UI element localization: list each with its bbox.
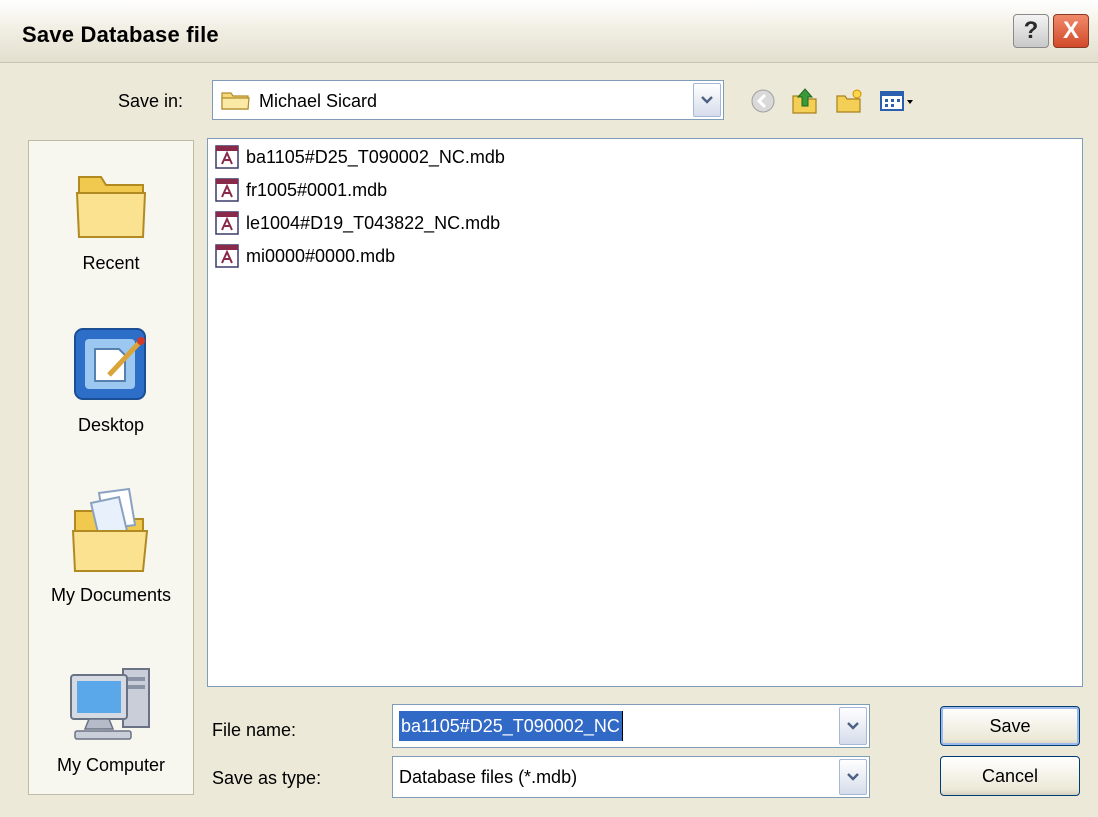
save-as-type-combo[interactable]: Database files (*.mdb) — [392, 756, 870, 798]
file-name: mi0000#0000.mdb — [246, 245, 396, 266]
recent-folder-icon — [75, 176, 147, 238]
place-label: My Documents — [50, 585, 172, 605]
file-item[interactable]: fr1005#0001.mdb — [214, 176, 387, 204]
access-database-icon — [215, 211, 239, 235]
new-folder-icon[interactable] — [834, 86, 864, 116]
my-documents-icon — [71, 487, 149, 572]
save-in-dropdown-button[interactable] — [693, 83, 721, 117]
place-desktop[interactable]: Desktop — [29, 319, 193, 436]
chevron-down-icon — [847, 722, 859, 730]
chevron-down-icon — [847, 773, 859, 781]
file-list[interactable]: ba1105#D25_T090002_NC.mdb fr1005#0001.md… — [207, 138, 1083, 687]
chevron-down-icon — [701, 96, 713, 104]
window-title: Save Database file — [22, 22, 219, 47]
save-as-type-dropdown-button[interactable] — [839, 759, 867, 795]
place-label: Desktop — [77, 415, 145, 435]
access-database-icon — [215, 145, 239, 169]
file-item[interactable]: le1004#D19_T043822_NC.mdb — [214, 209, 500, 237]
close-icon: X — [1062, 17, 1079, 44]
file-name: fr1005#0001.mdb — [246, 179, 388, 200]
file-name-label: File name: — [212, 720, 297, 740]
file-name-dropdown-button[interactable] — [839, 707, 867, 745]
desktop-icon — [74, 328, 146, 400]
save-as-type-value: Database files (*.mdb) — [399, 767, 578, 787]
save-dialog: Save Database file ? X Save in: Michael … — [0, 0, 1098, 817]
place-label: Recent — [82, 253, 140, 273]
views-menu-icon[interactable] — [878, 86, 922, 116]
place-label: My Computer — [56, 755, 166, 775]
places-bar: Recent Desktop My Documents My Computer — [28, 140, 194, 795]
cancel-button[interactable]: Cancel — [940, 756, 1080, 796]
file-item[interactable]: ba1105#D25_T090002_NC.mdb — [214, 143, 505, 171]
save-as-type-label: Save as type: — [212, 768, 322, 788]
access-database-icon — [215, 244, 239, 268]
place-recent[interactable]: Recent — [29, 161, 193, 274]
file-name-input[interactable]: ba1105#D25_T090002_NC — [399, 711, 622, 741]
file-name-combo[interactable]: ba1105#D25_T090002_NC — [392, 704, 870, 748]
text-caret — [622, 711, 623, 741]
save-in-value: Michael Sicard — [259, 91, 378, 111]
access-database-icon — [215, 178, 239, 202]
folder-icon — [221, 92, 250, 110]
up-folder-icon[interactable] — [790, 86, 820, 116]
my-computer-icon — [70, 668, 150, 740]
back-icon[interactable] — [748, 86, 778, 116]
save-in-label: Save in: — [118, 91, 184, 111]
save-in-combo[interactable]: Michael Sicard — [212, 80, 724, 120]
place-my-documents[interactable]: My Documents — [29, 485, 193, 606]
file-item[interactable]: mi0000#0000.mdb — [214, 242, 395, 270]
file-name: le1004#D19_T043822_NC.mdb — [246, 212, 501, 233]
file-name: ba1105#D25_T090002_NC.mdb — [246, 146, 505, 167]
help-icon: ? — [1023, 17, 1039, 44]
save-button[interactable]: Save — [940, 706, 1080, 746]
title-bar[interactable]: Save Database file ? X — [0, 0, 1098, 63]
place-my-computer[interactable]: My Computer — [29, 657, 193, 776]
help-button[interactable]: ? — [1013, 14, 1049, 48]
close-button[interactable]: X — [1053, 14, 1089, 48]
